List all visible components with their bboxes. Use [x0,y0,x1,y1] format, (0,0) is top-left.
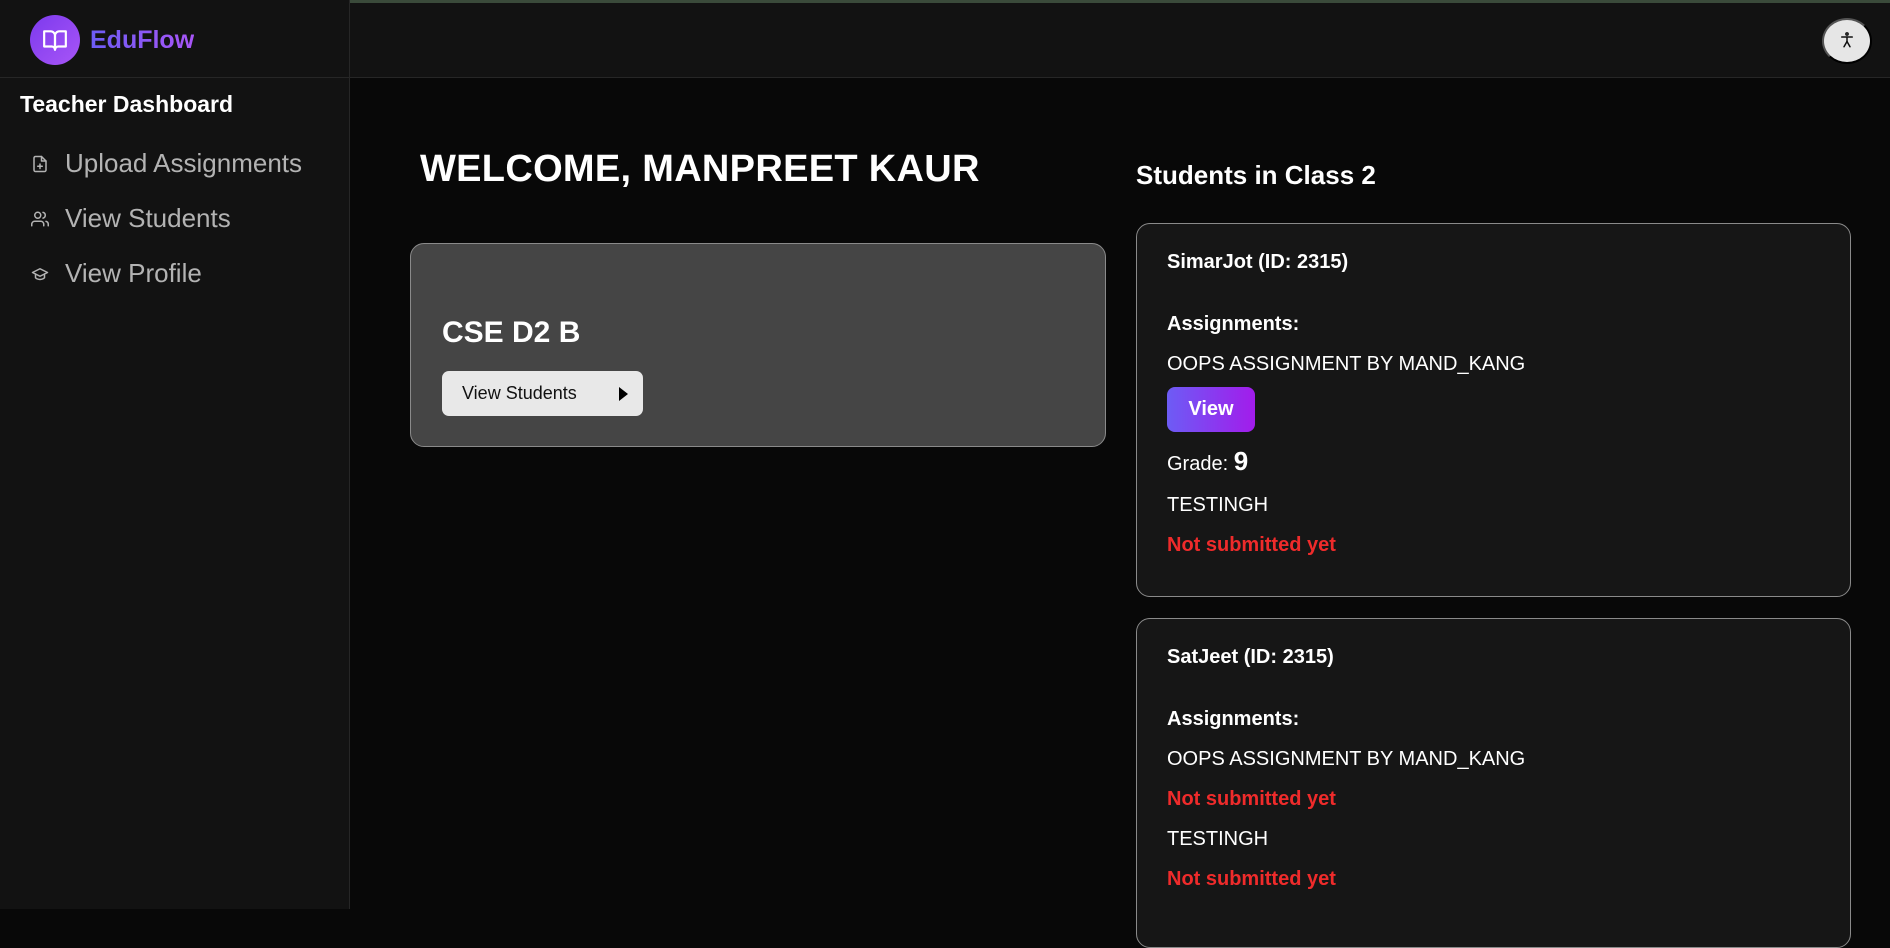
grade: Grade: 9 [1167,446,1820,479]
assignment-title: TESTINGH [1167,828,1269,850]
students-title: Students in Class 2 [1136,160,1376,190]
sidebar-item-view-profile[interactable]: View Profile [0,246,350,301]
sidebar-item-label: View Students [65,203,231,233]
assignment-title: OOPS ASSIGNMENT BY MAND_KANG [1167,353,1526,375]
student-card: SimarJot (ID: 2315) Assignments: OOPS AS… [1136,223,1851,597]
assignments-label: Assignments: [1167,313,1300,335]
class-name: CSE D2 B [442,316,581,349]
grade-value: 9 [1233,446,1249,476]
view-submission-button[interactable]: View [1167,387,1255,432]
sidebar-nav: Upload Assignments View Students View Pr… [0,136,350,301]
top-header [350,3,1890,78]
graduation-cap-icon [30,264,50,284]
submission-status: Not submitted yet [1167,868,1336,890]
sidebar-item-upload-assignments[interactable]: Upload Assignments [0,136,350,191]
grade-label: Grade: [1167,453,1229,475]
student-name: SimarJot (ID: 2315) [1167,251,1349,273]
student-name: SatJeet (ID: 2315) [1167,646,1334,668]
file-plus-icon [30,154,50,174]
sidebar: EduFlow Teacher Dashboard Upload Assignm… [0,0,350,909]
sidebar-item-label: Upload Assignments [65,148,303,178]
sidebar-title: Teacher Dashboard [20,91,234,117]
accessibility-button[interactable] [1822,18,1872,64]
submission-status: Not submitted yet [1167,788,1336,810]
view-students-button[interactable]: View Students [442,371,643,416]
view-students-label: View Students [462,383,577,403]
sidebar-item-view-students[interactable]: View Students [0,191,350,246]
users-icon [30,209,50,229]
submission-status: Not submitted yet [1167,534,1336,556]
accessibility-icon [1838,31,1856,52]
play-icon [617,386,629,407]
assignment-title: OOPS ASSIGNMENT BY MAND_KANG [1167,748,1526,770]
student-card: SatJeet (ID: 2315) Assignments: OOPS ASS… [1136,618,1851,948]
class-card: CSE D2 B View Students [410,243,1106,447]
brand[interactable]: EduFlow [0,3,350,78]
book-open-icon [30,15,80,65]
welcome-heading: WELCOME, MANPREET KAUR [420,148,980,190]
assignment-title: TESTINGH [1167,494,1269,516]
brand-name: EduFlow [90,25,195,54]
sidebar-item-label: View Profile [65,258,202,288]
assignments-label: Assignments: [1167,708,1300,730]
